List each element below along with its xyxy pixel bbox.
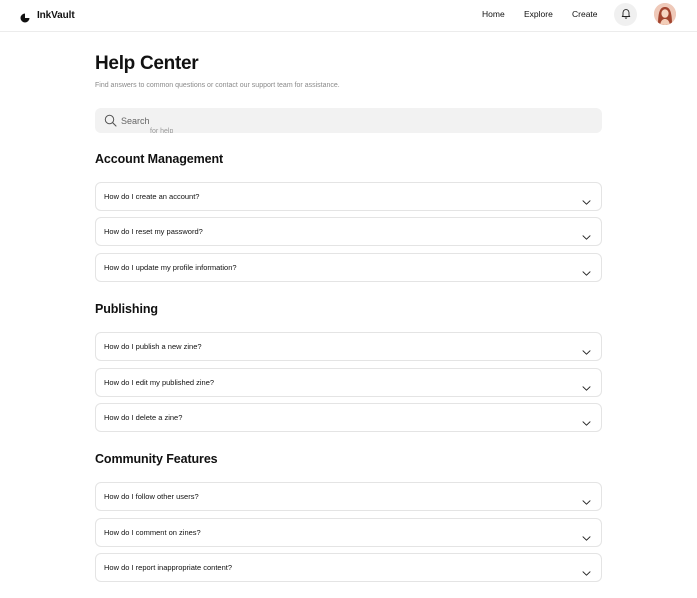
faq-question: How do I publish a new zine? bbox=[104, 342, 202, 351]
chevron-down-icon bbox=[582, 564, 591, 576]
chevron-down-icon bbox=[582, 414, 591, 426]
faq-item[interactable]: How do I reset my password? bbox=[95, 217, 602, 246]
search-icon bbox=[104, 114, 117, 127]
nav-explore-link[interactable]: Explore bbox=[524, 9, 553, 19]
faq-item[interactable]: How do I update my profile information? bbox=[95, 253, 602, 282]
search-input[interactable] bbox=[121, 113, 591, 128]
faq-item[interactable]: How do I publish a new zine? bbox=[95, 332, 602, 361]
faq-question: How do I comment on zines? bbox=[104, 528, 201, 537]
user-avatar[interactable] bbox=[654, 3, 676, 25]
section-title-community-features: Community Features bbox=[95, 452, 218, 466]
faq-item[interactable]: How do I comment on zines? bbox=[95, 518, 602, 547]
faq-question: How do I update my profile information? bbox=[104, 263, 237, 272]
chevron-down-icon bbox=[582, 379, 591, 391]
chevron-down-icon bbox=[582, 264, 591, 276]
nav-create-link[interactable]: Create bbox=[572, 9, 598, 19]
faq-item[interactable]: How do I create an account? bbox=[95, 182, 602, 211]
faq-question: How do I reset my password? bbox=[104, 227, 203, 236]
faq-item[interactable]: How do I delete a zine? bbox=[95, 403, 602, 432]
search-helper-text: for help bbox=[150, 128, 174, 133]
faq-item[interactable]: How do I report inappropriate content? bbox=[95, 553, 602, 582]
chevron-down-icon bbox=[582, 343, 591, 355]
chevron-down-icon bbox=[582, 493, 591, 505]
faq-question: How do I edit my published zine? bbox=[104, 378, 215, 387]
section-title-account-management: Account Management bbox=[95, 152, 224, 166]
brand[interactable]: InkVault bbox=[20, 8, 75, 23]
faq-item[interactable]: How do I edit my published zine? bbox=[95, 368, 602, 397]
page-subtitle: Find answers to common questions or cont… bbox=[95, 82, 340, 89]
brand-name: InkVault bbox=[37, 9, 75, 21]
faq-item[interactable]: How do I follow other users? bbox=[95, 482, 602, 511]
section-title-publishing: Publishing bbox=[95, 302, 158, 316]
faq-question: How do I follow other users? bbox=[104, 492, 199, 501]
top-navigation-bar: InkVault Home Explore Create bbox=[0, 0, 697, 32]
nav-home-link[interactable]: Home bbox=[482, 9, 505, 19]
faq-question: How do I create an account? bbox=[104, 192, 200, 201]
inkvault-logo-icon bbox=[20, 10, 30, 23]
page-title: Help Center bbox=[95, 53, 199, 74]
chevron-down-icon bbox=[582, 228, 591, 240]
faq-question: How do I report inappropriate content? bbox=[104, 563, 232, 572]
chevron-down-icon bbox=[582, 193, 591, 205]
bell-icon bbox=[621, 6, 631, 24]
chevron-down-icon bbox=[582, 529, 591, 541]
notifications-button[interactable] bbox=[614, 3, 637, 26]
faq-question: How do I delete a zine? bbox=[104, 413, 183, 422]
